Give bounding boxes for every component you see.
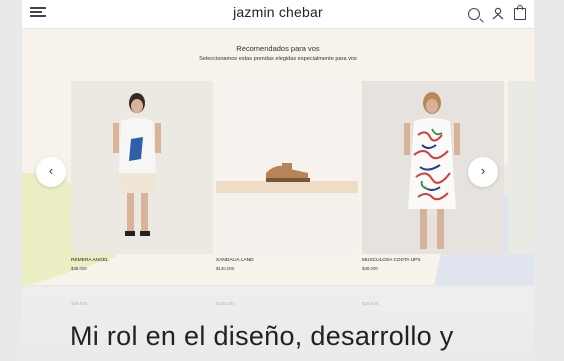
search-icon[interactable] (468, 8, 480, 20)
user-icon[interactable] (492, 7, 504, 20)
carousel-next-button[interactable]: › (468, 157, 498, 187)
carousel-prev-button[interactable]: ‹ (36, 157, 66, 187)
product-price: $38.000 (362, 266, 378, 271)
bag-icon[interactable] (514, 5, 526, 20)
caption-text: Mi rol en el diseño, desarrollo y (70, 321, 454, 351)
product-name[interactable]: MUSCULOSA COSTA UPS (362, 258, 504, 263)
product-card[interactable]: REMERA ANGEL $38.000 (71, 81, 213, 271)
brand-logo[interactable]: jazmin chebar (22, 4, 534, 20)
product-name[interactable]: REMERA ANGEL (71, 258, 213, 263)
top-navigation-bar: jazmin chebar (22, 0, 534, 29)
product-price: $130.000 (216, 266, 235, 271)
product-price: $38.000 (71, 266, 87, 271)
reflected-price: $130.000 (216, 301, 235, 306)
next-product-preview (508, 81, 534, 254)
reflected-price: $38.000 (362, 301, 379, 306)
browser-frame: jazmin chebar Recomendados para vos Sele… (22, 0, 534, 285)
reflected-price: $38.000 (71, 301, 88, 306)
product-card[interactable]: SANDALIA LAND $130.000 (216, 81, 358, 271)
product-image[interactable] (71, 81, 213, 254)
section-title: Recomendados para vos (236, 44, 320, 53)
product-image[interactable] (216, 81, 358, 254)
section-subtitle: Seleccionamos estas prendas elegidas esp… (199, 56, 357, 62)
product-name[interactable]: SANDALIA LAND (216, 258, 358, 263)
